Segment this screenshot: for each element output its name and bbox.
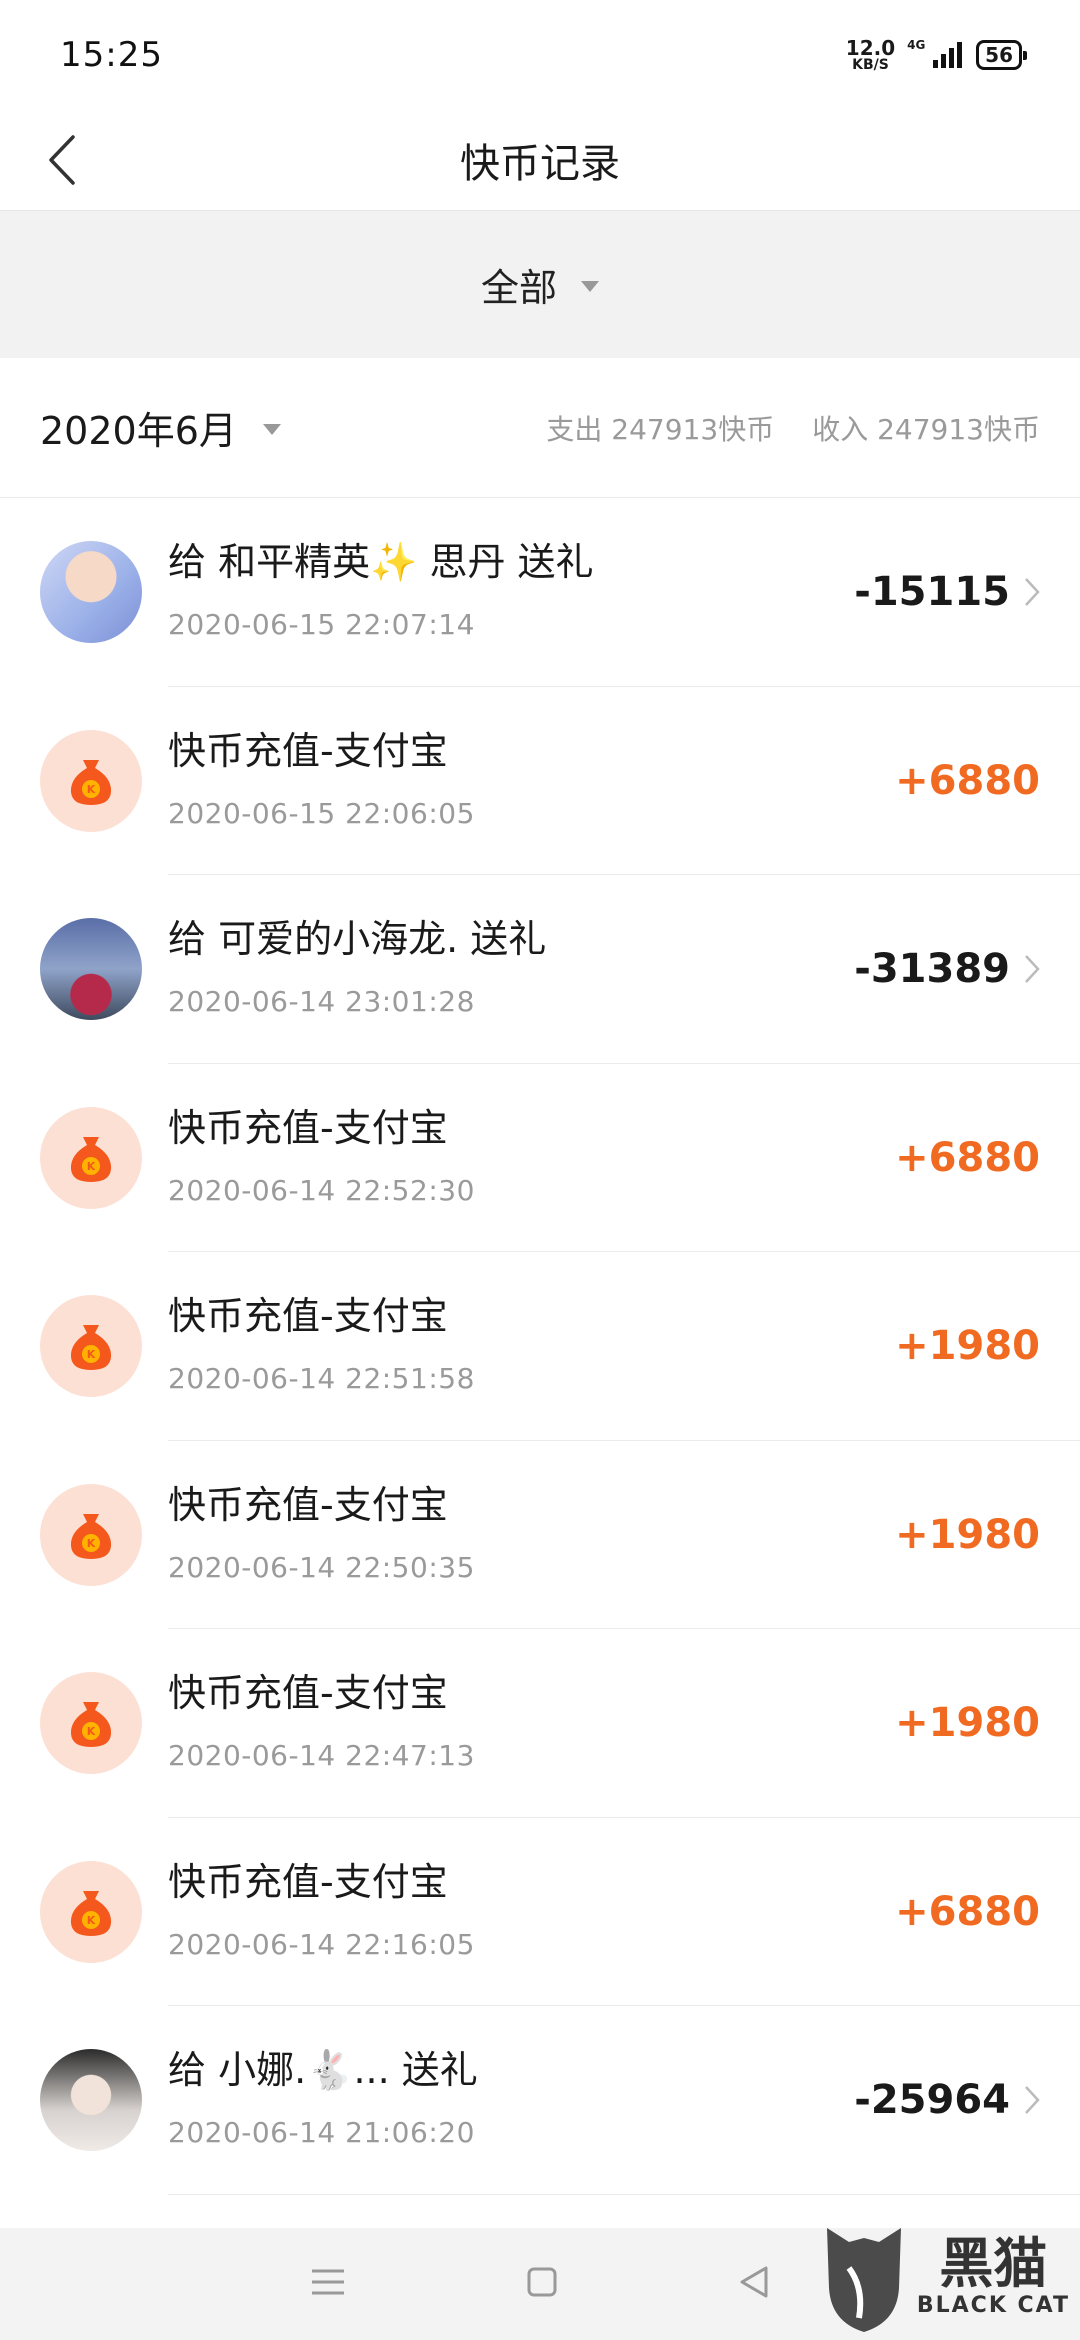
coin-bag-icon: K (40, 1295, 142, 1398)
record-amount: +6880 (895, 1134, 1040, 1181)
net-speed-unit: KB/S (852, 57, 889, 73)
filter-dropdown[interactable]: 全部 (0, 210, 1080, 358)
record-amount: -31389 (854, 946, 1010, 992)
record-time: 2020-06-14 22:16:05 (168, 1927, 475, 1961)
record-title: 快币充值-支付宝 (168, 1671, 448, 1715)
list-item: K 快币充值-支付宝 2020-06-14 22:47:13 +1980 (0, 1629, 1080, 1818)
cat-logo-icon (826, 2228, 901, 2332)
record-time: 2020-06-15 22:07:14 (168, 608, 475, 641)
list-item[interactable]: 给 可爱的小海龙. 送礼 2020-06-14 23:01:28 -31389 (0, 875, 1080, 1064)
net-speed: 12.0 KB/S (846, 38, 895, 72)
watermark-en: BLACK CAT (916, 2293, 1070, 2318)
record-amount: -25964 (854, 2077, 1010, 2123)
battery-icon: 56 (976, 40, 1027, 70)
record-title: 快币充值-支付宝 (168, 1105, 448, 1150)
record-title: 快币充值-支付宝 (168, 1294, 448, 1338)
coin-bag-icon: K (40, 1672, 142, 1775)
chevron-right-icon (1024, 577, 1040, 607)
month-label: 2020年6月 (40, 409, 237, 453)
record-time: 2020-06-15 22:06:05 (168, 796, 475, 830)
list-item: K 快币充值-支付宝 2020-06-14 22:52:30 +6880 (0, 1064, 1080, 1253)
income-total: 收入 247913快币 (812, 412, 1040, 446)
record-title: 给 和平精英✨ 思丹 送礼 (168, 540, 594, 584)
list-item[interactable]: 给 和平精英✨ 思丹 送礼 2020-06-15 22:07:14 -15115 (0, 498, 1080, 687)
expense-total: 支出 247913快币 (546, 412, 775, 446)
record-title: 给 小娜.🐇... 送礼 (168, 2048, 478, 2092)
record-amount: +1980 (895, 1323, 1040, 1369)
record-amount: +6880 (895, 757, 1040, 804)
chevron-right-icon (1024, 954, 1040, 984)
nav-bar: 快币记录 (0, 110, 1080, 210)
record-time: 2020-06-14 22:52:30 (168, 1173, 475, 1207)
back-nav-icon[interactable] (738, 2265, 770, 2303)
svg-text:K: K (87, 1725, 96, 1738)
record-time: 2020-06-14 21:06:20 (168, 2116, 475, 2149)
record-amount: +1980 (895, 1700, 1040, 1746)
svg-text:K: K (87, 1348, 96, 1361)
avatar (40, 2049, 142, 2152)
record-time: 2020-06-14 22:50:35 (168, 1550, 475, 1584)
network-type: 4G (907, 38, 926, 52)
record-amount-container: -25964 (854, 2076, 1040, 2124)
record-title: 给 可爱的小海龙. 送礼 (168, 917, 547, 961)
page-title: 快币记录 (460, 141, 620, 187)
coin-bag-icon: K (40, 1860, 142, 1963)
status-icons: 12.0 KB/S 4G 56 (846, 38, 1027, 72)
net-speed-value: 12.0 (845, 36, 896, 60)
signal-icon: 4G (907, 38, 963, 68)
record-amount: -15115 (854, 569, 1010, 615)
watermark-cn: 黑猫 (939, 2232, 1048, 2295)
list-item: K 快币充值-支付宝 2020-06-14 22:51:58 +1980 (0, 1252, 1080, 1441)
record-amount-container: -31389 (854, 945, 1040, 993)
month-summary: 2020年6月 支出 247913快币 收入 247913快币 (0, 358, 1080, 498)
record-amount: +1980 (895, 1511, 1040, 1558)
avatar (40, 918, 142, 1021)
coin-bag-icon: K (40, 1106, 142, 1209)
coin-bag-icon: K (40, 1483, 142, 1586)
coin-bag-icon: K (40, 729, 142, 832)
chevron-right-icon (1024, 2085, 1040, 2115)
filter-label: 全部 (480, 266, 557, 310)
svg-text:K: K (87, 1160, 96, 1173)
list-item: K 快币充值-支付宝 2020-06-14 22:50:35 +1980 (0, 1441, 1080, 1630)
record-title: 快币充值-支付宝 (168, 1859, 448, 1904)
chevron-left-icon (49, 135, 75, 185)
record-amount: +6880 (895, 1888, 1040, 1935)
caret-down-icon (581, 281, 599, 292)
status-bar: 15:25 12.0 KB/S 4G 56 (0, 0, 1080, 110)
record-time: 2020-06-14 23:01:28 (168, 985, 475, 1018)
menu-icon[interactable] (310, 2267, 346, 2301)
home-icon[interactable] (526, 2266, 558, 2302)
avatar (40, 541, 142, 644)
back-button[interactable] (30, 128, 94, 192)
watermark-logo: 黑猫 BLACK CAT (800, 2214, 1080, 2340)
record-title: 快币充值-支付宝 (168, 728, 448, 773)
status-time: 15:25 (60, 35, 163, 75)
record-time: 2020-06-14 22:47:13 (168, 1739, 475, 1772)
list-item: K 快币充值-支付宝 2020-06-15 22:06:05 +6880 (0, 687, 1080, 876)
svg-text:K: K (87, 1914, 96, 1927)
record-amount-container: -15115 (854, 568, 1040, 616)
list-item: K 快币充值-支付宝 2020-06-14 22:16:05 +6880 (0, 1818, 1080, 2007)
record-time: 2020-06-14 22:51:58 (168, 1362, 475, 1395)
month-selector[interactable]: 2020年6月 (40, 400, 281, 455)
list-item[interactable]: 给 小娜.🐇... 送礼 2020-06-14 21:06:20 -25964 (0, 2006, 1080, 2195)
svg-text:K: K (87, 783, 96, 796)
caret-down-icon (262, 424, 281, 435)
svg-text:K: K (87, 1537, 96, 1550)
record-list: 给 和平精英✨ 思丹 送礼 2020-06-15 22:07:14 -15115… (0, 498, 1080, 2195)
record-title: 快币充值-支付宝 (168, 1482, 448, 1527)
